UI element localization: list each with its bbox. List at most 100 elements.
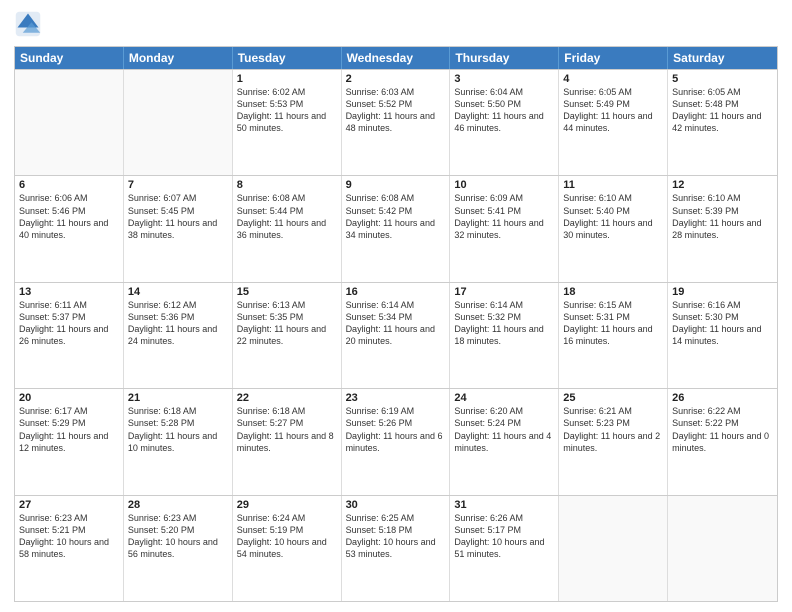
cell-info: Sunrise: 6:05 AM Sunset: 5:48 PM Dayligh…: [672, 86, 773, 135]
cell-info: Sunrise: 6:25 AM Sunset: 5:18 PM Dayligh…: [346, 512, 446, 561]
calendar-cell: 23Sunrise: 6:19 AM Sunset: 5:26 PM Dayli…: [342, 389, 451, 494]
calendar-cell: 3Sunrise: 6:04 AM Sunset: 5:50 PM Daylig…: [450, 70, 559, 175]
calendar-cell: 26Sunrise: 6:22 AM Sunset: 5:22 PM Dayli…: [668, 389, 777, 494]
cell-info: Sunrise: 6:23 AM Sunset: 5:20 PM Dayligh…: [128, 512, 228, 561]
calendar-cell: 25Sunrise: 6:21 AM Sunset: 5:23 PM Dayli…: [559, 389, 668, 494]
cell-info: Sunrise: 6:16 AM Sunset: 5:30 PM Dayligh…: [672, 299, 773, 348]
cell-info: Sunrise: 6:12 AM Sunset: 5:36 PM Dayligh…: [128, 299, 228, 348]
calendar-cell: 19Sunrise: 6:16 AM Sunset: 5:30 PM Dayli…: [668, 283, 777, 388]
calendar-week: 13Sunrise: 6:11 AM Sunset: 5:37 PM Dayli…: [15, 282, 777, 388]
calendar-cell: 20Sunrise: 6:17 AM Sunset: 5:29 PM Dayli…: [15, 389, 124, 494]
page: SundayMondayTuesdayWednesdayThursdayFrid…: [0, 0, 792, 612]
calendar-cell: 13Sunrise: 6:11 AM Sunset: 5:37 PM Dayli…: [15, 283, 124, 388]
cell-info: Sunrise: 6:10 AM Sunset: 5:40 PM Dayligh…: [563, 192, 663, 241]
calendar-cell: 10Sunrise: 6:09 AM Sunset: 5:41 PM Dayli…: [450, 176, 559, 281]
cell-info: Sunrise: 6:18 AM Sunset: 5:27 PM Dayligh…: [237, 405, 337, 454]
day-number: 25: [563, 392, 663, 404]
calendar-cell: 28Sunrise: 6:23 AM Sunset: 5:20 PM Dayli…: [124, 496, 233, 601]
day-number: 31: [454, 499, 554, 511]
cell-info: Sunrise: 6:08 AM Sunset: 5:44 PM Dayligh…: [237, 192, 337, 241]
day-number: 26: [672, 392, 773, 404]
calendar-cell: 2Sunrise: 6:03 AM Sunset: 5:52 PM Daylig…: [342, 70, 451, 175]
calendar-header-cell: Tuesday: [233, 47, 342, 69]
calendar-cell: [15, 70, 124, 175]
cell-info: Sunrise: 6:07 AM Sunset: 5:45 PM Dayligh…: [128, 192, 228, 241]
cell-info: Sunrise: 6:21 AM Sunset: 5:23 PM Dayligh…: [563, 405, 663, 454]
cell-info: Sunrise: 6:14 AM Sunset: 5:32 PM Dayligh…: [454, 299, 554, 348]
day-number: 6: [19, 179, 119, 191]
day-number: 3: [454, 73, 554, 85]
calendar-cell: 7Sunrise: 6:07 AM Sunset: 5:45 PM Daylig…: [124, 176, 233, 281]
calendar-cell: 15Sunrise: 6:13 AM Sunset: 5:35 PM Dayli…: [233, 283, 342, 388]
day-number: 2: [346, 73, 446, 85]
cell-info: Sunrise: 6:11 AM Sunset: 5:37 PM Dayligh…: [19, 299, 119, 348]
cell-info: Sunrise: 6:13 AM Sunset: 5:35 PM Dayligh…: [237, 299, 337, 348]
header: [14, 10, 778, 38]
day-number: 30: [346, 499, 446, 511]
day-number: 14: [128, 286, 228, 298]
cell-info: Sunrise: 6:19 AM Sunset: 5:26 PM Dayligh…: [346, 405, 446, 454]
calendar-cell: 29Sunrise: 6:24 AM Sunset: 5:19 PM Dayli…: [233, 496, 342, 601]
cell-info: Sunrise: 6:18 AM Sunset: 5:28 PM Dayligh…: [128, 405, 228, 454]
cell-info: Sunrise: 6:02 AM Sunset: 5:53 PM Dayligh…: [237, 86, 337, 135]
logo-icon: [14, 10, 42, 38]
calendar-cell: 9Sunrise: 6:08 AM Sunset: 5:42 PM Daylig…: [342, 176, 451, 281]
calendar-week: 27Sunrise: 6:23 AM Sunset: 5:21 PM Dayli…: [15, 495, 777, 601]
logo: [14, 10, 46, 38]
day-number: 28: [128, 499, 228, 511]
calendar-cell: 18Sunrise: 6:15 AM Sunset: 5:31 PM Dayli…: [559, 283, 668, 388]
day-number: 13: [19, 286, 119, 298]
calendar-cell: 1Sunrise: 6:02 AM Sunset: 5:53 PM Daylig…: [233, 70, 342, 175]
cell-info: Sunrise: 6:06 AM Sunset: 5:46 PM Dayligh…: [19, 192, 119, 241]
calendar-cell: [559, 496, 668, 601]
calendar-cell: 16Sunrise: 6:14 AM Sunset: 5:34 PM Dayli…: [342, 283, 451, 388]
cell-info: Sunrise: 6:23 AM Sunset: 5:21 PM Dayligh…: [19, 512, 119, 561]
day-number: 4: [563, 73, 663, 85]
calendar-cell: 24Sunrise: 6:20 AM Sunset: 5:24 PM Dayli…: [450, 389, 559, 494]
day-number: 11: [563, 179, 663, 191]
day-number: 29: [237, 499, 337, 511]
calendar-header-cell: Wednesday: [342, 47, 451, 69]
calendar-cell: 22Sunrise: 6:18 AM Sunset: 5:27 PM Dayli…: [233, 389, 342, 494]
cell-info: Sunrise: 6:20 AM Sunset: 5:24 PM Dayligh…: [454, 405, 554, 454]
day-number: 5: [672, 73, 773, 85]
day-number: 16: [346, 286, 446, 298]
cell-info: Sunrise: 6:26 AM Sunset: 5:17 PM Dayligh…: [454, 512, 554, 561]
day-number: 15: [237, 286, 337, 298]
calendar-cell: 14Sunrise: 6:12 AM Sunset: 5:36 PM Dayli…: [124, 283, 233, 388]
calendar-cell: 30Sunrise: 6:25 AM Sunset: 5:18 PM Dayli…: [342, 496, 451, 601]
calendar-week: 1Sunrise: 6:02 AM Sunset: 5:53 PM Daylig…: [15, 69, 777, 175]
day-number: 27: [19, 499, 119, 511]
calendar-header-cell: Friday: [559, 47, 668, 69]
calendar-header-cell: Sunday: [15, 47, 124, 69]
day-number: 1: [237, 73, 337, 85]
calendar-cell: 5Sunrise: 6:05 AM Sunset: 5:48 PM Daylig…: [668, 70, 777, 175]
calendar-week: 20Sunrise: 6:17 AM Sunset: 5:29 PM Dayli…: [15, 388, 777, 494]
cell-info: Sunrise: 6:15 AM Sunset: 5:31 PM Dayligh…: [563, 299, 663, 348]
calendar-cell: 31Sunrise: 6:26 AM Sunset: 5:17 PM Dayli…: [450, 496, 559, 601]
calendar: SundayMondayTuesdayWednesdayThursdayFrid…: [14, 46, 778, 602]
calendar-cell: 27Sunrise: 6:23 AM Sunset: 5:21 PM Dayli…: [15, 496, 124, 601]
calendar-week: 6Sunrise: 6:06 AM Sunset: 5:46 PM Daylig…: [15, 175, 777, 281]
cell-info: Sunrise: 6:17 AM Sunset: 5:29 PM Dayligh…: [19, 405, 119, 454]
calendar-header-row: SundayMondayTuesdayWednesdayThursdayFrid…: [15, 47, 777, 69]
day-number: 17: [454, 286, 554, 298]
day-number: 9: [346, 179, 446, 191]
calendar-cell: 11Sunrise: 6:10 AM Sunset: 5:40 PM Dayli…: [559, 176, 668, 281]
day-number: 8: [237, 179, 337, 191]
day-number: 19: [672, 286, 773, 298]
cell-info: Sunrise: 6:09 AM Sunset: 5:41 PM Dayligh…: [454, 192, 554, 241]
calendar-cell: 17Sunrise: 6:14 AM Sunset: 5:32 PM Dayli…: [450, 283, 559, 388]
calendar-cell: [668, 496, 777, 601]
cell-info: Sunrise: 6:24 AM Sunset: 5:19 PM Dayligh…: [237, 512, 337, 561]
calendar-header-cell: Saturday: [668, 47, 777, 69]
day-number: 7: [128, 179, 228, 191]
day-number: 24: [454, 392, 554, 404]
calendar-cell: 21Sunrise: 6:18 AM Sunset: 5:28 PM Dayli…: [124, 389, 233, 494]
calendar-header-cell: Thursday: [450, 47, 559, 69]
cell-info: Sunrise: 6:14 AM Sunset: 5:34 PM Dayligh…: [346, 299, 446, 348]
calendar-cell: 6Sunrise: 6:06 AM Sunset: 5:46 PM Daylig…: [15, 176, 124, 281]
calendar-cell: [124, 70, 233, 175]
cell-info: Sunrise: 6:04 AM Sunset: 5:50 PM Dayligh…: [454, 86, 554, 135]
cell-info: Sunrise: 6:03 AM Sunset: 5:52 PM Dayligh…: [346, 86, 446, 135]
